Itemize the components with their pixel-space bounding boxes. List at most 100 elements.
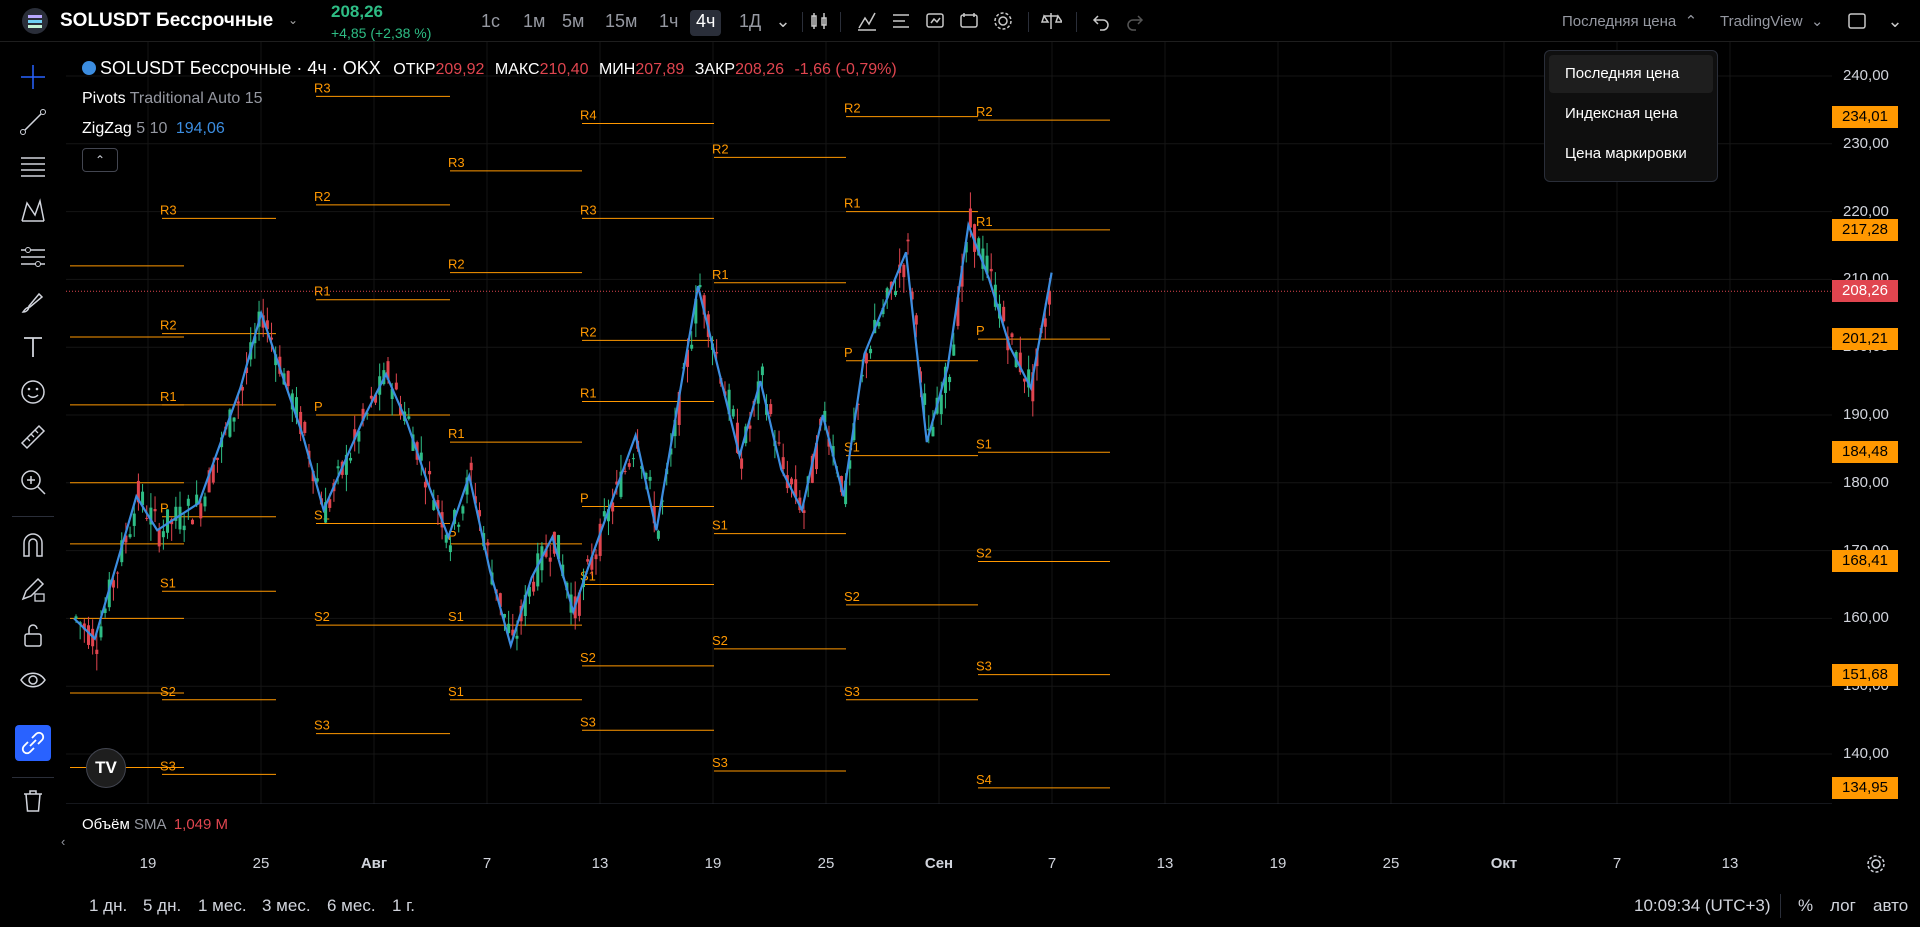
lock-pencil-icon[interactable]: [18, 575, 48, 605]
zoom-in-icon[interactable]: [18, 467, 48, 497]
range-1d-button[interactable]: 1 дн.: [89, 896, 127, 916]
candle-body: [790, 478, 794, 485]
candle-body: [153, 509, 157, 512]
trend-line-icon[interactable]: [18, 107, 48, 137]
eye-icon[interactable]: [18, 665, 48, 695]
alert-icon[interactable]: [924, 10, 946, 32]
zigzag-legend[interactable]: ZigZag 5 10 194,06: [82, 120, 225, 138]
pivot-label: S2: [976, 545, 992, 560]
interval-4h[interactable]: 4ч: [690, 10, 722, 36]
pivots-legend[interactable]: Pivots Traditional Auto 15: [82, 90, 263, 108]
price-tick-label: 140,00: [1843, 745, 1889, 762]
candle-body: [952, 344, 956, 356]
templates-icon[interactable]: [890, 10, 912, 32]
volume-legend[interactable]: Объём SMA 1,049 M: [82, 816, 228, 833]
collapse-legend-button[interactable]: ⌃: [82, 148, 118, 172]
data-source-selector[interactable]: TradingView ⌄: [1720, 12, 1823, 30]
pivot-label: S2: [580, 650, 596, 665]
pivot-label: P: [844, 345, 853, 360]
symbol-name[interactable]: SOLUSDT Бессрочные: [60, 10, 273, 32]
chevron-down-icon[interactable]: ⌄: [772, 10, 794, 32]
clock[interactable]: 10:09:34 (UTC+3): [1634, 896, 1771, 916]
candles-icon[interactable]: [808, 10, 830, 32]
pivot-label: R2: [580, 324, 597, 339]
candle-body: [740, 458, 744, 469]
candle-body: [428, 470, 432, 475]
pivot-label: S1: [314, 507, 330, 522]
emoji-icon[interactable]: [18, 377, 48, 407]
undo-icon[interactable]: [1090, 10, 1112, 32]
candle-body: [116, 572, 120, 574]
interval-1d[interactable]: 1Д: [733, 10, 767, 36]
price-tag: 208,26: [1832, 280, 1898, 303]
pivot-label: S1: [976, 436, 992, 451]
interval-1m[interactable]: 1м: [517, 10, 551, 36]
pivot-label: S2: [160, 684, 176, 699]
crosshair-icon[interactable]: [18, 62, 48, 92]
chevron-down-icon[interactable]: ⌄: [288, 13, 298, 27]
fib-icon[interactable]: [18, 152, 48, 182]
pivots-params: Traditional Auto 15: [129, 90, 263, 107]
candle-body: [631, 458, 635, 460]
range-1y-button[interactable]: 1 г.: [392, 896, 415, 916]
candle-body: [236, 401, 240, 404]
range-5d-button[interactable]: 5 дн.: [143, 896, 181, 916]
auto-toggle[interactable]: авто: [1873, 896, 1908, 916]
range-3m-button[interactable]: 3 мес.: [262, 896, 311, 916]
chevron-up-icon: ⌃: [94, 153, 106, 167]
candle-body: [731, 409, 735, 417]
zigzag-value: 194,06: [175, 120, 225, 137]
time-tick-label: 19: [704, 855, 722, 872]
range-6m-button[interactable]: 6 мес.: [327, 896, 376, 916]
interval-1s[interactable]: 1с: [475, 10, 506, 36]
chevron-left-icon[interactable]: ‹: [61, 834, 65, 849]
magnet-icon[interactable]: [18, 530, 48, 560]
log-toggle[interactable]: лог: [1830, 896, 1856, 916]
candle-body: [515, 635, 519, 639]
gear-icon[interactable]: [1864, 852, 1888, 876]
indicators-icon[interactable]: [856, 10, 878, 32]
pivot-label: S3: [844, 684, 860, 699]
dropdown-item-index-price[interactable]: Индексная цена: [1549, 95, 1713, 133]
lock-icon[interactable]: [18, 620, 48, 650]
candle-body: [627, 463, 631, 467]
interval-15m[interactable]: 15м: [599, 10, 643, 36]
price-tag: 217,28: [1832, 219, 1898, 242]
ruler-icon[interactable]: [18, 422, 48, 452]
replay-icon[interactable]: [958, 10, 980, 32]
time-tick-label: Сен: [924, 855, 954, 872]
brush-icon[interactable]: [18, 287, 48, 317]
redo-icon[interactable]: [1124, 10, 1146, 32]
data-source-label: TradingView: [1720, 13, 1803, 30]
candle-body: [623, 470, 627, 472]
legend-title: SOLUSDT Бессрочные · 4ч · OKX: [100, 58, 381, 78]
gear-icon[interactable]: [992, 10, 1014, 32]
candle-body: [178, 506, 182, 530]
layout-icon[interactable]: [1846, 10, 1868, 32]
pattern-icon[interactable]: [18, 197, 48, 227]
close-label: ЗАКР: [694, 61, 736, 78]
interval-1h[interactable]: 1ч: [653, 10, 684, 36]
dropdown-item-last-price[interactable]: Последняя цена: [1549, 55, 1713, 93]
candle-body: [457, 524, 461, 527]
price-source-label: Последняя цена: [1562, 13, 1677, 30]
candle-body: [166, 509, 170, 533]
link-icon[interactable]: [15, 725, 51, 761]
text-icon[interactable]: [18, 332, 48, 362]
interval-5m[interactable]: 5м: [556, 10, 590, 36]
tradingview-logo-icon[interactable]: TV: [86, 748, 126, 788]
candle-body: [145, 517, 149, 519]
symbol-logo-icon[interactable]: [22, 8, 48, 34]
trash-icon[interactable]: [18, 785, 48, 815]
range-1m-button[interactable]: 1 мес.: [198, 896, 247, 916]
divider: [802, 12, 803, 32]
candle-body: [1002, 306, 1006, 322]
high-label: МАКС: [494, 61, 540, 78]
pivot-label: R3: [160, 202, 177, 217]
dropdown-item-mark-price[interactable]: Цена маркировки: [1549, 135, 1713, 173]
compare-icon[interactable]: [1040, 10, 1064, 32]
forecast-icon[interactable]: [18, 242, 48, 272]
percent-toggle[interactable]: %: [1798, 896, 1813, 916]
chevron-down-icon[interactable]: ⌄: [1884, 10, 1906, 32]
price-source-selector[interactable]: Последняя цена ⌃: [1562, 12, 1697, 30]
